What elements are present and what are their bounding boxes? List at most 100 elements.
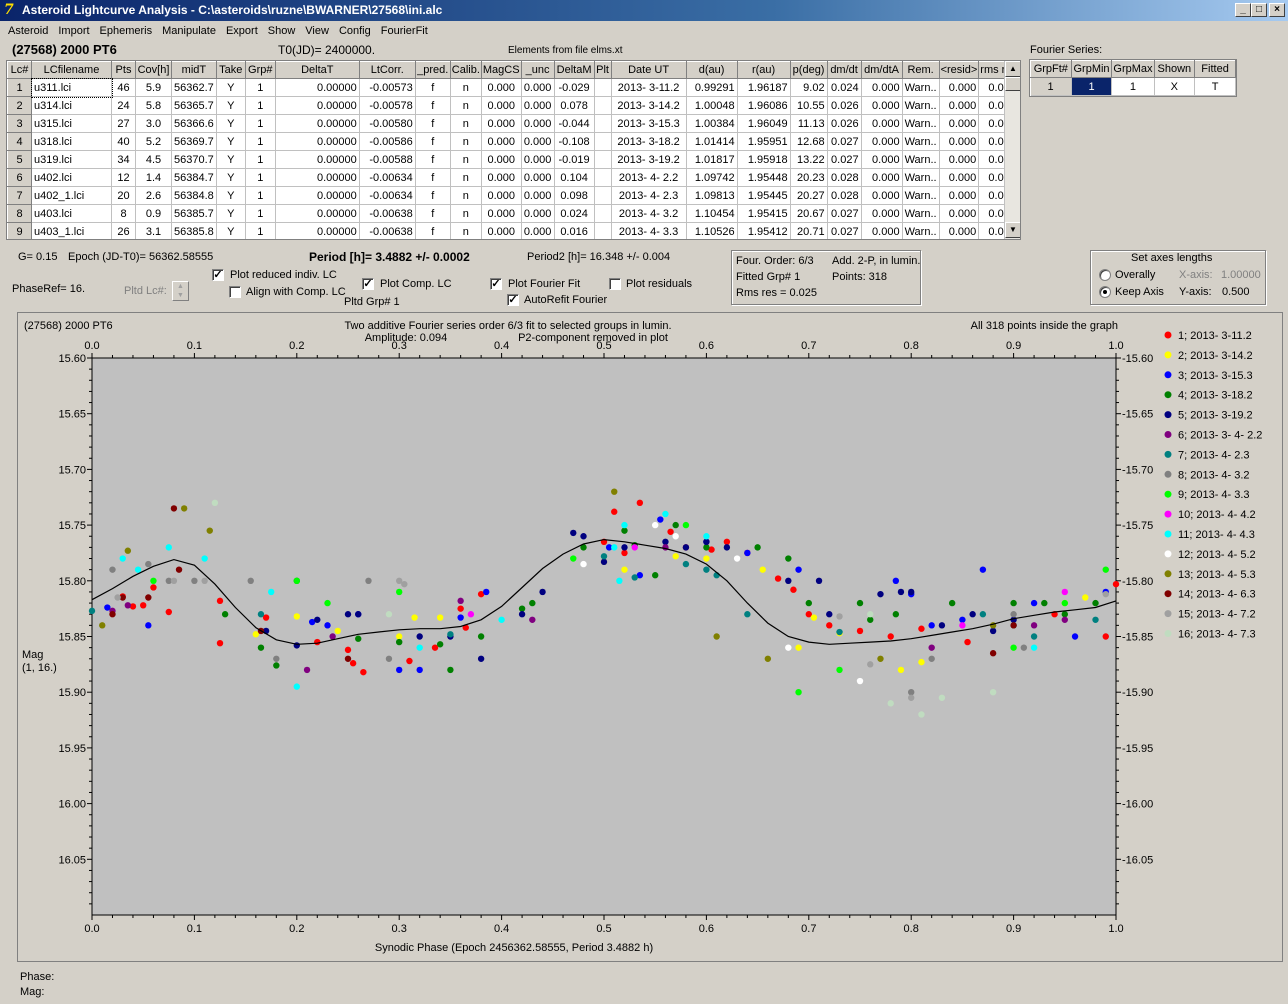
table-cell[interactable]: -0.00578 (359, 96, 416, 115)
menu-manipulate[interactable]: Manipulate (157, 22, 221, 37)
table-cell[interactable]: 1.95412 (737, 222, 791, 239)
table-cell[interactable]: 1 (245, 78, 276, 97)
table-cell[interactable]: 0.000 (521, 168, 555, 187)
table-cell[interactable]: 56366.6 (171, 114, 217, 133)
scroll-thumb[interactable] (1005, 77, 1020, 91)
table-cell[interactable]: Warn.. (902, 114, 940, 133)
table-cell[interactable]: 1.4 (135, 168, 172, 187)
table-row[interactable]: 1 u311.lci 46 5.9 56362.7 Y 1 0.00000 -0.00573 f n… (7, 77, 1019, 98)
align-comp-checkbox[interactable] (229, 286, 241, 298)
table-cell[interactable]: Warn.. (902, 222, 940, 239)
column-header[interactable]: dm/dtA (860, 61, 903, 79)
fourier-cell[interactable]: T (1194, 77, 1236, 96)
table-cell[interactable]: 0.026 (827, 96, 862, 115)
table-cell[interactable]: 1.95951 (737, 132, 791, 151)
column-header[interactable]: dm/dt (826, 61, 862, 79)
table-cell[interactable]: 56384.7 (171, 168, 217, 187)
table-cell[interactable] (594, 150, 612, 169)
table-cell[interactable]: f (415, 150, 451, 169)
table-cell[interactable]: Y (216, 78, 246, 97)
table-cell[interactable]: 0.000 (521, 132, 555, 151)
table-cell[interactable]: -0.108 (554, 132, 595, 151)
table-row[interactable]: 2 u314.lci 24 5.8 56365.7 Y 1 0.00000 -0.00578 f n… (7, 96, 1019, 115)
table-cell[interactable]: u311.lci (30, 77, 113, 98)
table-cell[interactable]: 0.028 (827, 168, 862, 187)
lightcurve-plot-panel[interactable]: (27568) 2000 PT6 Two additive Fourier se… (17, 312, 1283, 962)
table-cell[interactable]: 2013- 3-19.2 (611, 150, 687, 169)
table-cell[interactable]: 3.0 (135, 114, 172, 133)
table-cell[interactable]: 56385.7 (171, 204, 217, 223)
table-cell[interactable]: 1.01414 (686, 132, 738, 151)
table-cell[interactable]: Y (216, 150, 246, 169)
table-cell[interactable]: 0.000 (521, 204, 555, 223)
table-cell[interactable]: n (450, 186, 482, 205)
menu-config[interactable]: Config (334, 22, 376, 37)
table-cell[interactable]: 1.96049 (737, 114, 791, 133)
table-cell[interactable]: 5.8 (135, 96, 172, 115)
table-cell[interactable]: 0.000 (521, 150, 555, 169)
table-cell[interactable]: 0.9 (135, 204, 172, 223)
column-header[interactable]: LtCorr. (358, 61, 416, 79)
table-cell[interactable]: 0.000 (861, 222, 903, 239)
table-cell[interactable]: 0.098 (554, 186, 595, 205)
fourier-cell[interactable]: X (1154, 77, 1196, 96)
table-cell[interactable]: 5.2 (135, 132, 172, 151)
table-cell[interactable]: 7 (7, 186, 32, 205)
plot-fourier-checkbox[interactable]: ✓ (490, 278, 502, 290)
scroll-down-icon[interactable]: ▼ (1005, 222, 1020, 238)
table-cell[interactable]: f (415, 132, 451, 151)
table-cell[interactable]: u319.lci (31, 150, 112, 169)
table-cell[interactable]: 0.000 (521, 222, 555, 239)
table-cell[interactable]: 20.67 (790, 204, 828, 223)
table-cell[interactable]: u315.lci (31, 114, 112, 133)
table-cell[interactable]: 0.027 (827, 150, 862, 169)
table-cell[interactable]: 0.000 (939, 204, 980, 223)
table-cell[interactable]: 1.95415 (737, 204, 791, 223)
table-cell[interactable]: 2.6 (135, 186, 172, 205)
table-cell[interactable]: 12 (111, 168, 136, 187)
table-cell[interactable]: 0.000 (861, 150, 903, 169)
table-cell[interactable]: 56362.7 (171, 78, 217, 97)
table-cell[interactable]: 0.078 (554, 96, 595, 115)
table-cell[interactable]: 1.96187 (737, 78, 791, 97)
table-cell[interactable]: -0.029 (554, 78, 595, 97)
column-header[interactable]: r(au) (736, 61, 791, 79)
column-header[interactable]: MagCS (480, 61, 522, 79)
table-cell[interactable]: 2013- 4- 2.2 (611, 168, 687, 187)
table-cell[interactable]: -0.00588 (359, 150, 416, 169)
column-header[interactable]: Date UT (610, 61, 687, 79)
table-cell[interactable]: 0.028 (827, 186, 862, 205)
table-cell[interactable]: 0.000 (939, 222, 980, 239)
table-cell[interactable]: -0.019 (554, 150, 595, 169)
menu-asteroid[interactable]: Asteroid (0, 22, 53, 37)
fourier-column-header[interactable]: Fitted (1194, 60, 1236, 78)
column-header[interactable]: d(au) (685, 61, 738, 79)
table-cell[interactable]: 0.000 (939, 186, 980, 205)
fourier-cell[interactable]: 1 (1030, 77, 1072, 96)
table-cell[interactable]: 0.104 (554, 168, 595, 187)
table-cell[interactable]: u403_1.lci (31, 222, 112, 239)
table-cell[interactable]: 0.026 (827, 114, 862, 133)
table-cell[interactable]: u402.lci (31, 168, 112, 187)
menu-import[interactable]: Import (53, 22, 94, 37)
overally-radio[interactable] (1099, 269, 1111, 281)
table-cell[interactable] (594, 96, 612, 115)
table-cell[interactable]: Y (216, 132, 246, 151)
table-cell[interactable]: 27 (111, 114, 136, 133)
column-header[interactable]: DeltaM (553, 61, 595, 79)
table-row[interactable]: 7 u402_1.lci 20 2.6 56384.8 Y 1 0.00000 -0.00634… (7, 186, 1019, 205)
table-cell[interactable]: 3 (7, 114, 32, 133)
table-cell[interactable]: 24 (111, 96, 136, 115)
table-cell[interactable]: 56370.7 (171, 150, 217, 169)
table-cell[interactable]: n (450, 150, 482, 169)
column-header[interactable]: _pred. (414, 61, 451, 79)
table-cell[interactable]: 0.024 (827, 78, 862, 97)
table-cell[interactable]: 0.00000 (275, 96, 360, 115)
menu-fourierfit[interactable]: FourierFit (376, 22, 433, 37)
column-header[interactable]: Take (215, 61, 246, 79)
fourier-column-header[interactable]: GrpFt# (1030, 60, 1072, 78)
fourier-cell[interactable]: 1 (1111, 77, 1155, 96)
close-button[interactable]: × (1269, 3, 1285, 17)
table-cell[interactable]: 0.000 (861, 78, 903, 97)
table-cell[interactable]: 0.000 (521, 96, 555, 115)
